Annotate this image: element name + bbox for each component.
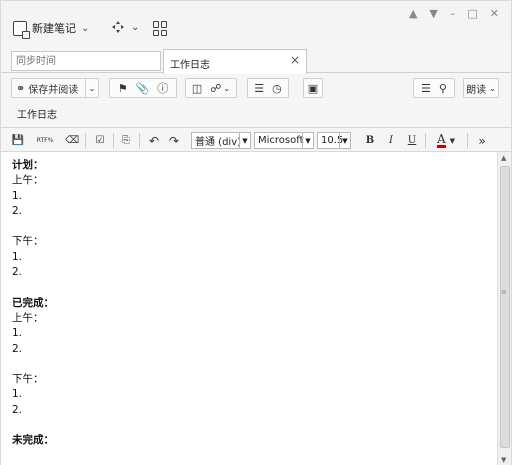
more-tools-button[interactable]: »: [475, 132, 489, 149]
chevron-down-icon: ⌄: [489, 83, 496, 93]
sync-time-field[interactable]: [11, 51, 161, 71]
note-title[interactable]: 工作日志: [17, 106, 57, 121]
clock-icon[interactable]: ◷: [272, 82, 282, 95]
new-note-icon: [13, 20, 30, 39]
chevron-down-icon[interactable]: ⌄: [223, 84, 230, 93]
redo-icon[interactable]: ↷: [167, 132, 181, 149]
tool-group-3: ☰ ◷: [247, 78, 289, 98]
editor-line: 1.: [12, 250, 23, 263]
format-toolbar: 💾 RTF% ⌫ ☑ ⎘ ↶ ↷ 普通 (div) ▼ Microsoft ▼ …: [1, 127, 511, 152]
font-name-value: Microsoft: [258, 135, 304, 146]
editor-line: 已完成：: [12, 296, 54, 309]
paragraph-style-value: 普通 (div): [195, 137, 242, 148]
vertical-scrollbar[interactable]: ▲ ≡ ▼: [497, 152, 511, 465]
tab-label: 工作日志: [170, 60, 210, 71]
editor-line: 2.: [12, 266, 23, 279]
bookmark-icon[interactable]: ⚑: [118, 82, 128, 95]
editor-line: 1.: [12, 327, 23, 340]
font-name-select[interactable]: Microsoft ▼: [254, 132, 314, 149]
new-note-button[interactable]: 新建笔记 ⌄: [13, 17, 89, 39]
read-aloud-label: 朗读: [466, 84, 487, 96]
editor-line: 上午：: [12, 174, 44, 187]
chevron-down-icon: ▼: [449, 136, 456, 145]
font-color-button[interactable]: A ▼: [431, 132, 461, 149]
rtf-icon[interactable]: RTF%: [35, 132, 55, 149]
maximize-icon[interactable]: □: [467, 7, 477, 20]
trash-icon: ▣: [307, 81, 319, 95]
editor-line: 1.: [12, 388, 23, 401]
archive-icon[interactable]: ◫: [192, 82, 202, 95]
tab-work-log[interactable]: 工作日志 ×: [163, 49, 307, 74]
tool-group-1: ⚑ 📎 ⓘ: [109, 78, 177, 98]
chevron-down-icon[interactable]: ⌄: [81, 23, 89, 34]
tool-group-4: ☰ ⚲: [413, 78, 455, 98]
new-note-label: 新建笔记: [32, 22, 76, 35]
title-bar: 新建笔记 ⌄ ⌄ ▲ ▼ – □ ✕: [1, 1, 511, 41]
scrollbar-thumb[interactable]: [500, 166, 510, 448]
chevron-down-icon[interactable]: ⌄: [85, 79, 98, 97]
attachment-icon[interactable]: 📎: [136, 82, 150, 95]
save-and-read-button[interactable]: ⚭ 保存并阅读 ⌄: [11, 78, 99, 98]
read-aloud-button[interactable]: 朗读 ⌄: [463, 78, 499, 98]
window-controls: ▲ ▼ – □ ✕: [409, 7, 499, 20]
save-disk-icon[interactable]: 💾: [11, 132, 25, 149]
editor-line: 2.: [12, 342, 23, 355]
checkbox-icon[interactable]: ☑: [93, 132, 107, 149]
font-size-select[interactable]: 10.5 ▼: [317, 132, 351, 149]
chevron-down-icon: ▼: [339, 133, 350, 148]
underline-button[interactable]: U: [405, 132, 419, 149]
paste-icon[interactable]: ⎘: [119, 132, 133, 149]
chevron-down-icon[interactable]: ⌄: [131, 22, 139, 33]
editor-line: 2.: [12, 204, 23, 217]
editor-line: 2.: [12, 403, 23, 416]
save-read-icon: ⚭: [16, 81, 26, 95]
scrollbar-grip-icon: ≡: [501, 288, 507, 296]
scroll-up-icon[interactable]: ▲: [501, 154, 506, 162]
note-editor-window: 新建笔记 ⌄ ⌄ ▲ ▼ – □ ✕ 工作日志 × ⚭ 保: [0, 0, 512, 465]
italic-button[interactable]: I: [384, 132, 398, 149]
editor-line: 下午：: [12, 235, 44, 248]
close-icon[interactable]: ✕: [490, 7, 499, 20]
paragraph-style-select[interactable]: 普通 (div) ▼: [191, 132, 251, 149]
editor-line: 下午：: [12, 373, 44, 386]
pin-icon[interactable]: ▼: [429, 7, 437, 20]
editor-line: 未完成：: [12, 434, 54, 447]
chevron-down-icon: ▼: [239, 133, 250, 148]
comment-icon[interactable]: ☰: [254, 82, 264, 95]
eraser-icon[interactable]: ⌫: [65, 132, 79, 149]
shirt-icon[interactable]: ▲: [409, 7, 417, 20]
outline-icon[interactable]: ☰: [421, 82, 431, 95]
search-icon[interactable]: ⚲: [439, 82, 447, 95]
action-toolbar: ⚭ 保存并阅读 ⌄ ⚑ 📎 ⓘ ◫ ☍ ⌄ ☰ ◷ ▣ ☰ ⚲ 朗读 ⌄: [1, 75, 511, 101]
undo-icon[interactable]: ↶: [147, 132, 161, 149]
note-editor-body[interactable]: 计划： 上午： 1. 2. 下午： 1. 2. 已完成： 上午： 1. 2. 下午： 1. 2. 未完成：: [1, 152, 497, 465]
editor-line: 上午：: [12, 311, 44, 324]
save-read-label: 保存并阅读: [28, 84, 79, 96]
editor-line: 计划：: [12, 159, 44, 171]
minimize-icon[interactable]: –: [450, 7, 456, 20]
delete-button[interactable]: ▣: [303, 78, 323, 98]
tool-group-2: ◫ ☍ ⌄: [185, 78, 237, 98]
info-icon[interactable]: ⓘ: [157, 80, 168, 96]
scroll-down-icon[interactable]: ▼: [501, 456, 506, 464]
bold-button[interactable]: B: [363, 132, 377, 149]
tab-close-icon[interactable]: ×: [290, 53, 300, 67]
share-icon[interactable]: ☍: [210, 82, 221, 95]
tab-row: 工作日志 ×: [1, 45, 511, 74]
move-arrows-icon: [112, 21, 124, 33]
chevron-down-icon: ▼: [302, 133, 313, 148]
font-color-icon: A: [436, 132, 446, 148]
layout-grid-icon[interactable]: [153, 21, 168, 36]
move-button[interactable]: ⌄: [111, 20, 139, 34]
editor-line: 1.: [12, 189, 23, 202]
